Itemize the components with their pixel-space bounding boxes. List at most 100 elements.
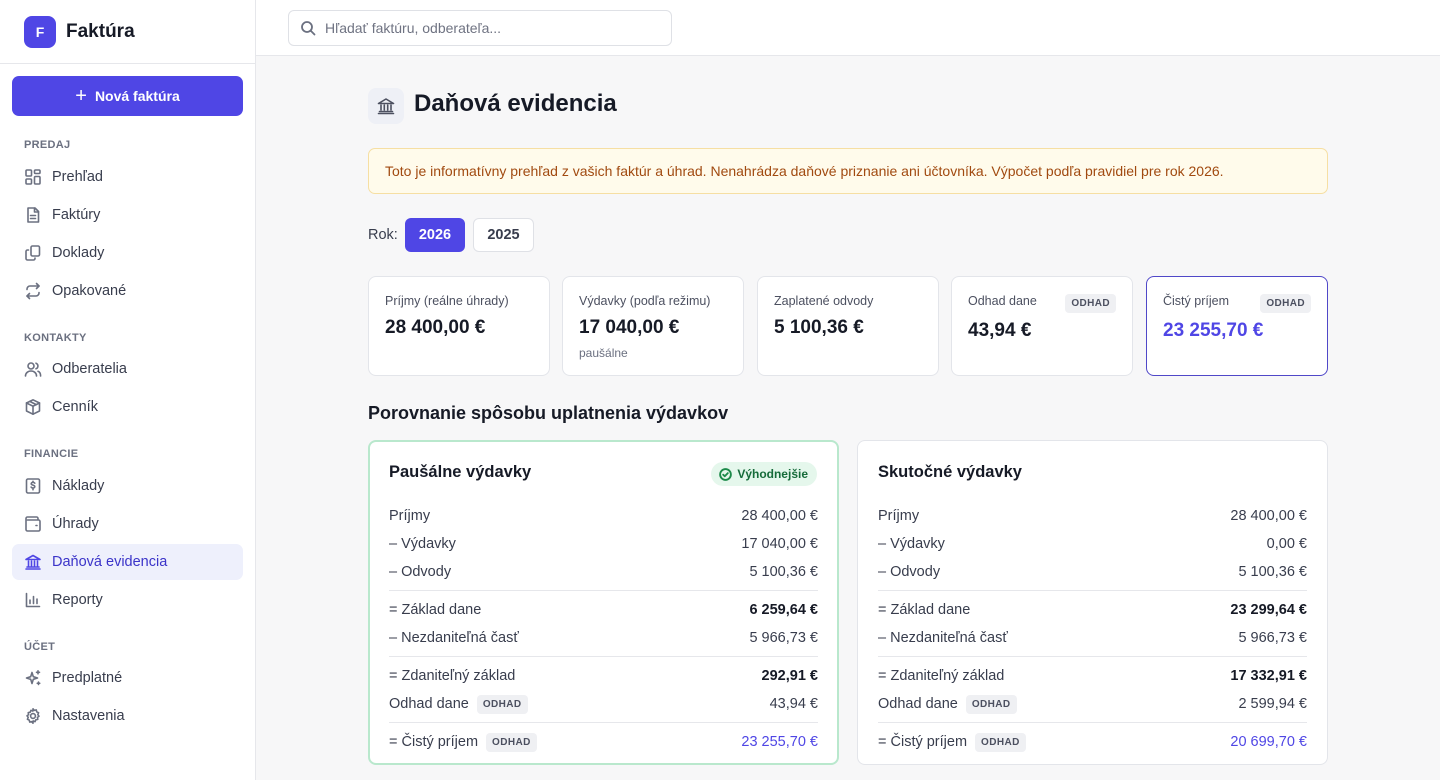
- divider: [389, 722, 818, 723]
- nav-section-predaj: PREDAJ: [24, 139, 71, 151]
- row-expenses: – Výdavky 17 040,00 €: [389, 530, 818, 558]
- row-label: = Zdaniteľný základ: [878, 668, 1005, 684]
- stat-card-levies: Zaplatené odvody 5 100,36 €: [757, 276, 939, 376]
- estimate-badge: ODHAD: [965, 694, 1017, 714]
- row-label: – Nezdaniteľná časť: [389, 630, 519, 646]
- stat-value: 28 400,00 €: [385, 317, 486, 338]
- sidebar-item-opakovane[interactable]: Opakované: [12, 273, 243, 309]
- row-value: 5 100,36 €: [1238, 564, 1307, 580]
- row-label: Príjmy: [389, 508, 431, 524]
- sidebar-item-prehlad[interactable]: Prehľad: [12, 159, 243, 195]
- estimate-badge: ODHAD: [486, 732, 537, 752]
- row-label: – Výdavky: [389, 536, 456, 552]
- sidebar-item-label: Cenník: [52, 399, 98, 415]
- row-label: – Nezdaniteľná časť: [878, 630, 1008, 646]
- wallet-icon: [24, 515, 42, 533]
- row-value: 6 259,64 €: [749, 602, 818, 618]
- row-value: 2 599,94 €: [1238, 696, 1307, 712]
- row-tax-base: = Základ dane 6 259,64 €: [389, 596, 818, 624]
- stat-subtext: paušálne: [579, 346, 628, 360]
- row-non-taxable: – Nezdaniteľná časť 5 966,73 €: [878, 624, 1307, 652]
- info-notice: Toto je informatívny prehľad z vašich fa…: [368, 148, 1328, 194]
- stat-value: 23 255,70 €: [1163, 320, 1264, 341]
- estimate-badge: ODHAD: [1260, 294, 1311, 313]
- stat-label: Zaplatené odvody: [774, 294, 874, 308]
- sidebar-item-label: Náklady: [52, 478, 105, 494]
- new-invoice-button[interactable]: + Nová faktúra: [12, 76, 243, 116]
- stat-card-expenses: Výdavky (podľa režimu) 17 040,00 € paušá…: [562, 276, 744, 376]
- row-value: 5 100,36 €: [749, 564, 818, 580]
- search-box[interactable]: [288, 10, 672, 46]
- stat-card-income: Príjmy (reálne úhrady) 28 400,00 €: [368, 276, 550, 376]
- sidebar-item-faktury[interactable]: Faktúry: [12, 197, 243, 233]
- row-label: = Základ dane: [878, 602, 971, 618]
- row-tax-estimate: Odhad dane ODHAD 43,94 €: [389, 690, 818, 718]
- box-icon: [24, 398, 42, 416]
- stat-card-tax-estimate: Odhad dane ODHAD 43,94 €: [951, 276, 1133, 376]
- check-circle-icon: [719, 467, 733, 481]
- row-label: – Odvody: [878, 564, 941, 580]
- bank-icon: [368, 88, 404, 124]
- sidebar-item-label: Odberatelia: [52, 361, 127, 377]
- document-icon: [24, 206, 42, 224]
- search-input[interactable]: [325, 20, 655, 36]
- row-value: 5 966,73 €: [749, 630, 818, 646]
- row-value: 43,94 €: [769, 696, 818, 712]
- row-tax-base: = Základ dane 23 299,64 €: [878, 596, 1307, 624]
- row-value: 17 332,91 €: [1230, 668, 1307, 684]
- year-button-2025[interactable]: 2025: [473, 218, 534, 252]
- users-icon: [24, 360, 42, 378]
- row-label: Príjmy: [878, 508, 920, 524]
- brand-logo: F: [24, 15, 56, 48]
- sidebar-item-label: Faktúry: [52, 207, 101, 223]
- row-tax-estimate: Odhad dane ODHAD 2 599,94 €: [878, 690, 1307, 718]
- brand-name: Faktúra: [66, 20, 135, 42]
- estimate-badge: ODHAD: [975, 732, 1026, 752]
- sidebar-item-naklady[interactable]: Náklady: [12, 468, 243, 504]
- row-levies: – Odvody 5 100,36 €: [878, 558, 1307, 586]
- sidebar-item-label: Prehľad: [52, 169, 103, 185]
- stat-value: 43,94 €: [968, 320, 1032, 341]
- row-value: 28 400,00 €: [741, 508, 818, 524]
- brand[interactable]: F Faktúra: [0, 0, 255, 64]
- row-label-text: Odhad dane: [878, 696, 958, 712]
- receipt-icon: [24, 477, 42, 495]
- estimate-badge: ODHAD: [476, 694, 528, 714]
- sidebar-item-predplatne[interactable]: Predplatné: [12, 660, 243, 696]
- row-net-income: = Čistý príjem ODHAD 20 699,70 €: [878, 728, 1307, 756]
- sidebar-item-label: Úhrady: [52, 516, 99, 532]
- divider: [878, 590, 1307, 591]
- search-icon: [301, 21, 316, 36]
- sidebar-item-cennik[interactable]: Cenník: [12, 389, 243, 425]
- bank-icon: [24, 553, 42, 571]
- nav-section-ucet: ÚČET: [24, 641, 56, 653]
- nav-section-kontakty: KONTAKTY: [24, 332, 87, 344]
- row-value: 23 299,64 €: [1230, 602, 1307, 618]
- card-flat-rate-expenses: Paušálne výdavky Výhodnejšie Príjmy 28 40…: [368, 440, 839, 765]
- sidebar-item-odberatelia[interactable]: Odberatelia: [12, 351, 243, 387]
- nav-section-financie: FINANCIE: [24, 448, 79, 460]
- sidebar-item-label: Predplatné: [52, 670, 123, 686]
- stat-label: Výdavky (podľa režimu): [579, 294, 711, 308]
- sidebar-item-label: Daňová evidencia: [52, 554, 168, 570]
- row-value: 17 040,00 €: [741, 536, 818, 552]
- row-value: 5 966,73 €: [1238, 630, 1307, 646]
- sidebar-item-nastavenia[interactable]: Nastavenia: [12, 698, 243, 734]
- row-taxable-base: = Zdaniteľný základ 17 332,91 €: [878, 662, 1307, 690]
- row-value: 28 400,00 €: [1230, 508, 1307, 524]
- sidebar-item-danova-evidencia[interactable]: Daňová evidencia: [12, 544, 243, 580]
- row-label: = Čistý príjem ODHAD: [878, 732, 1026, 752]
- row-label: = Základ dane: [389, 602, 482, 618]
- year-label: Rok:: [368, 227, 398, 243]
- sidebar-item-doklady[interactable]: Doklady: [12, 235, 243, 271]
- row-label: Odhad dane ODHAD: [878, 694, 1017, 714]
- sidebar-item-reporty[interactable]: Reporty: [12, 582, 243, 618]
- sidebar-item-uhrady[interactable]: Úhrady: [12, 506, 243, 542]
- page-title: Daňová evidencia: [414, 90, 617, 117]
- stat-value: 17 040,00 €: [579, 317, 680, 338]
- row-expenses: – Výdavky 0,00 €: [878, 530, 1307, 558]
- card-title: Skutočné výdavky: [878, 463, 1022, 481]
- new-invoice-label: Nová faktúra: [94, 88, 180, 104]
- year-button-2026[interactable]: 2026: [405, 218, 465, 252]
- estimate-badge: ODHAD: [1065, 294, 1116, 313]
